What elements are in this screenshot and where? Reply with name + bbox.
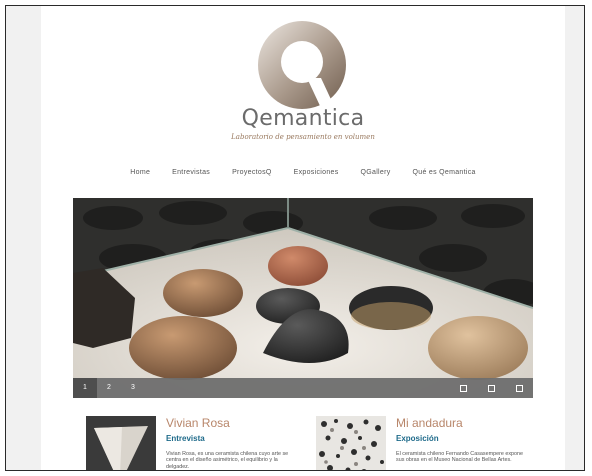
article-category: Exposición — [396, 434, 439, 443]
slider-buttons — [449, 378, 533, 398]
article-excerpt: Vivian Rosa, es una ceramista chilena cu… — [166, 451, 289, 470]
hero-slide-image — [73, 198, 533, 398]
article-excerpt: El ceramista chileno Fernando Casasemper… — [396, 451, 524, 464]
article-title[interactable]: Mi andadura — [396, 416, 463, 430]
slider-controls: 1 2 3 — [73, 378, 533, 398]
nav-que-es-qemantica[interactable]: Qué es Qemantica — [402, 169, 487, 176]
qemantica-logo-icon — [258, 21, 346, 109]
browser-frame: Qemantica Laboratorio de pensamiento en … — [5, 5, 585, 471]
ceramic-vase-image — [86, 416, 156, 470]
page: Qemantica Laboratorio de pensamiento en … — [41, 6, 565, 470]
nav-home[interactable]: Home — [119, 169, 161, 176]
slider-pause-button[interactable] — [477, 378, 505, 398]
nav-qgallery[interactable]: QGallery — [350, 169, 402, 176]
nav-exposiciones[interactable]: Exposiciones — [283, 169, 350, 176]
square-icon — [459, 384, 467, 392]
slider-next-button[interactable] — [505, 378, 533, 398]
article-title[interactable]: Vivian Rosa — [166, 416, 230, 430]
pebbles-image — [316, 416, 386, 470]
article-thumbnail[interactable] — [86, 416, 156, 470]
square-icon — [515, 384, 523, 392]
slide-page-3[interactable]: 3 — [121, 378, 145, 398]
slide-page-1[interactable]: 1 — [73, 378, 97, 398]
article-thumbnail[interactable] — [316, 416, 386, 470]
square-icon — [487, 384, 495, 392]
article-category: Entrevista — [166, 434, 205, 443]
brand-name: Qemantica — [241, 106, 365, 131]
main-nav: Home Entrevistas ProyectosQ Exposiciones… — [41, 169, 565, 176]
slider-prev-button[interactable] — [449, 378, 477, 398]
nav-proyectosq[interactable]: ProyectosQ — [221, 169, 283, 176]
nav-entrevistas[interactable]: Entrevistas — [161, 169, 221, 176]
slide-page-2[interactable]: 2 — [97, 378, 121, 398]
hero-slider[interactable] — [73, 198, 533, 398]
brand-tagline: Laboratorio de pensamiento en volumen — [231, 133, 375, 141]
